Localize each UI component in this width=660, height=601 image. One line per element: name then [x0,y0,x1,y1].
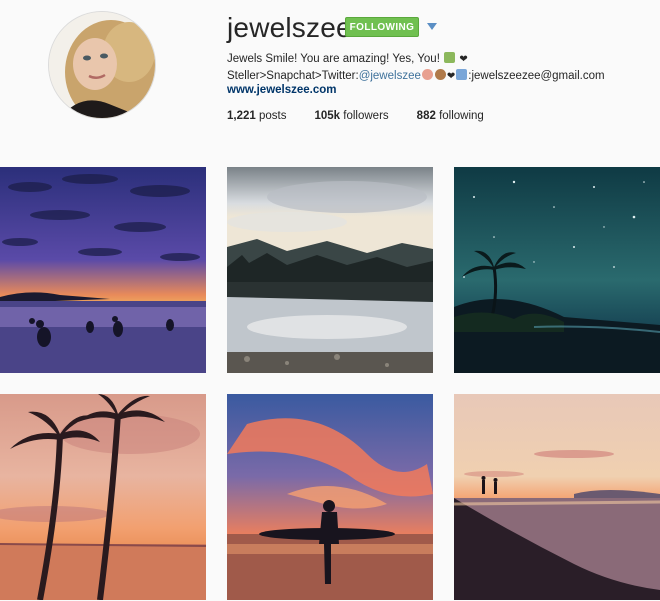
post-thumbnail[interactable] [227,167,433,373]
twitter-handle-link[interactable]: @jewelszee [359,70,421,82]
heart-icon: ❤ [446,71,456,82]
followers-stat[interactable]: 105k followers [314,110,388,122]
following-stat[interactable]: 882 following [417,110,484,122]
bio-line-2: Steller>Snapchat>Twitter:@jewelszee ❤ :jew… [227,68,647,85]
post-thumbnail[interactable] [454,394,660,600]
mail-emoji-icon [456,69,468,80]
posts-label: posts [258,110,287,122]
photo-grid [0,167,660,601]
profile-avatar[interactable] [48,11,156,119]
following-label: following [439,110,484,122]
following-count: 882 [416,110,436,122]
posts-stat: 1,221 posts [227,110,286,122]
bio-text: Jewels Smile! You are amazing! Yes, You! [227,53,440,65]
bio-email: :jewelszeezee@gmail.com [468,70,605,82]
heart-icon: ❤ [459,54,468,65]
monkey-emoji-icon [434,69,446,80]
profile-bio: Jewels Smile! You are amazing! Yes, You!… [227,51,647,85]
face-emoji-icon [421,69,433,80]
followers-count: 105k [314,110,341,122]
bio-social-prefix: Steller>Snapchat>Twitter: [227,70,359,82]
followers-label: followers [343,110,389,122]
profile-stats: 1,221 posts 105k followers 882 following [227,110,512,122]
posts-count: 1,221 [227,110,256,122]
post-thumbnail[interactable] [0,394,206,600]
bio-line-1: Jewels Smile! You are amazing! Yes, You!… [227,51,647,68]
dropdown-arrow-icon[interactable] [425,19,439,33]
post-thumbnail[interactable] [454,167,660,373]
website-link[interactable]: www.jewelszee.com [227,84,337,96]
post-thumbnail[interactable] [227,394,433,600]
post-thumbnail[interactable] [0,167,206,373]
profile-header: jewelszee FOLLOWING Jewels Smile! You ar… [0,0,660,145]
profile-username: jewelszee [227,12,352,43]
following-button[interactable]: FOLLOWING [345,17,419,37]
plant-emoji-icon [444,52,456,63]
